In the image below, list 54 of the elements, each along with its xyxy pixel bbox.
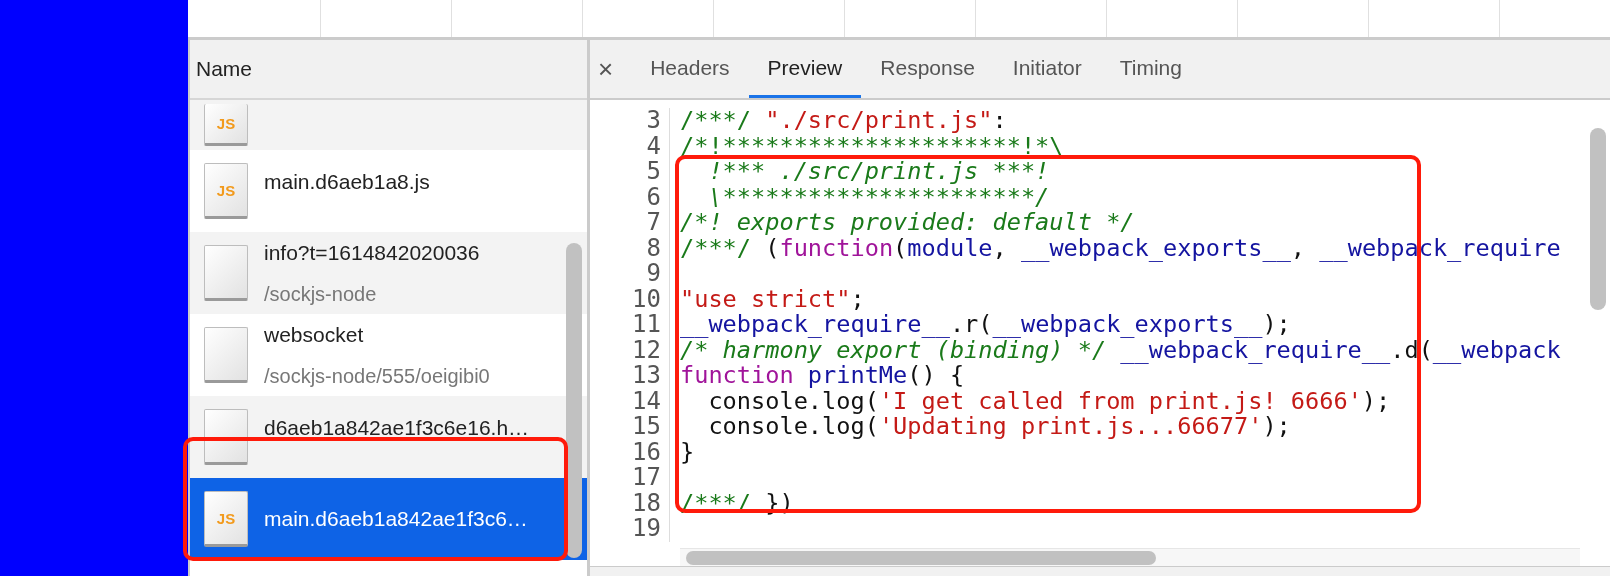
scrollbar-thumb[interactable] (1590, 128, 1606, 310)
code-line: function printMe() { (679, 363, 965, 389)
file-icon (204, 245, 248, 301)
tab[interactable]: Initiator (993, 40, 1101, 98)
scrollbar-thumb[interactable] (566, 243, 582, 558)
code-line: /*! exports provided: default */ (679, 210, 1135, 236)
line-number: 15 (590, 414, 670, 440)
request-name: info?t=1614842020036 (264, 240, 480, 267)
code-line: console.log('I get called from print.js! 6666'); (707, 388, 1391, 414)
code-line: /*!*********************!*\ (679, 133, 1064, 159)
line-number: 4 (590, 133, 670, 159)
line-number: 8 (590, 235, 670, 261)
request-name: main.d6aeb1a8.js (264, 169, 430, 196)
line-number: 12 (590, 337, 670, 363)
code-line: "use strict"; (679, 286, 865, 312)
code-line: } (679, 439, 695, 465)
close-button[interactable]: × (598, 40, 632, 98)
line-number: 13 (590, 363, 670, 389)
request-row[interactable]: JS main.d6aeb1a842ae1f3c6… (190, 478, 587, 560)
tab[interactable]: Headers (631, 40, 749, 98)
horizontal-scrollbar[interactable] (680, 548, 1580, 566)
line-number: 9 (590, 261, 670, 287)
request-row[interactable]: d6aeb1a842ae1f3c6e16.h… (190, 396, 587, 478)
tab[interactable]: Preview (748, 40, 862, 98)
line-number: 18 (590, 490, 670, 516)
request-name: d6aeb1a842ae1f3c6e16.h… (264, 415, 530, 442)
line-number: 10 (590, 286, 670, 312)
tab[interactable]: Timing (1100, 40, 1201, 98)
request-path: /sockjs-node (264, 281, 378, 307)
line-number: 3 (590, 108, 670, 134)
file-icon (204, 327, 248, 383)
line-number: 17 (590, 465, 670, 491)
request-name: main.d6aeb1a842ae1f3c6… (264, 506, 528, 533)
line-number: 5 (590, 159, 670, 185)
file-icon (204, 409, 248, 465)
line-number: 16 (590, 439, 670, 465)
js-file-icon: JS (204, 491, 248, 547)
code-line: !*** ./src/print.js ***! (707, 159, 1050, 185)
request-name: websocket (264, 322, 365, 349)
line-number: 11 (590, 312, 670, 338)
tab[interactable]: Response (861, 40, 994, 98)
code-line: \**********************/ (707, 184, 1050, 210)
line-number: 14 (590, 388, 670, 414)
line-number: 7 (590, 210, 670, 236)
code-line: /***/ "./src/print.js": (679, 108, 1007, 134)
js-file-icon: JS (204, 163, 248, 219)
column-header[interactable]: Name (190, 40, 587, 100)
line-number: 6 (590, 184, 670, 210)
code-line: console.log('Updating print.js...66677'); (707, 414, 1291, 440)
request-row[interactable]: info?t=1614842020036 /sockjs-node (190, 232, 587, 314)
line-number: 19 (590, 516, 670, 542)
js-file-icon: JS (204, 104, 248, 146)
request-path: /sockjs-node/555/oeigibi0 (264, 363, 490, 389)
code-line: __webpack_require__.r(__webpack_exports__); (679, 312, 1291, 338)
